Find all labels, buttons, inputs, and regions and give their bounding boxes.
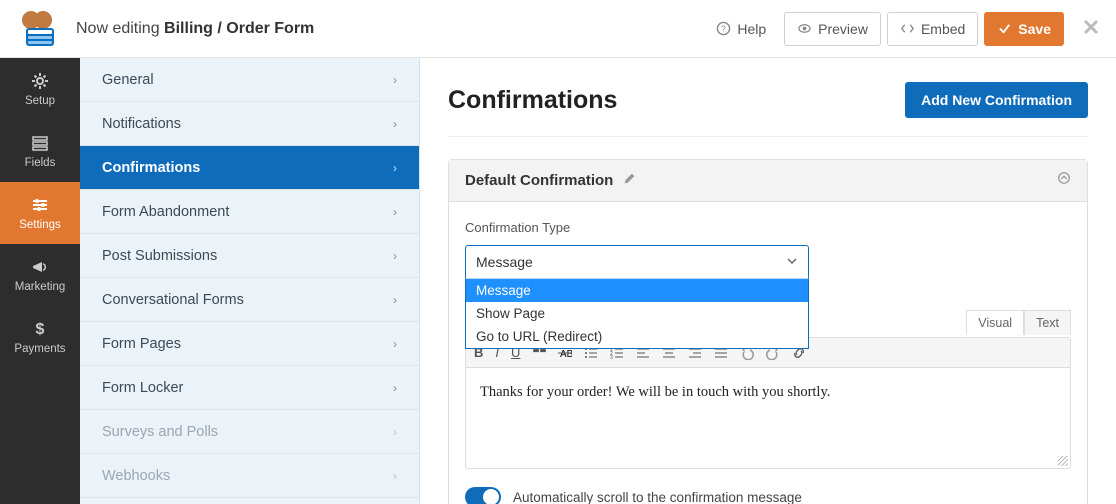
nav-setup[interactable]: Setup [0, 58, 80, 120]
nav-marketing[interactable]: Marketing [0, 244, 80, 306]
subnav-form-locker[interactable]: Form Locker› [80, 366, 419, 410]
chevron-right-icon: › [393, 293, 397, 307]
chevron-right-icon: › [393, 73, 397, 87]
confirmation-panel: Default Confirmation Confirmation Type M… [448, 159, 1088, 504]
save-button[interactable]: Save [984, 12, 1064, 46]
form-name: Billing / Order Form [164, 20, 314, 37]
check-icon [997, 21, 1012, 36]
chevron-right-icon: › [393, 249, 397, 263]
editor-tabs: Visual Text [966, 310, 1071, 335]
close-button[interactable] [1082, 16, 1100, 42]
page-title: Confirmations [448, 86, 617, 115]
select-dropdown: Message Show Page Go to URL (Redirect) [465, 278, 809, 349]
subnav-notifications[interactable]: Notifications› [80, 102, 419, 146]
top-bar: Now editing Billing / Order Form ? Help … [0, 0, 1116, 58]
message-editor: Visual Text B I U ❝❝ AB 123 [465, 337, 1071, 469]
help-icon: ? [716, 21, 731, 36]
svg-text:?: ? [722, 23, 727, 33]
chevron-right-icon: › [393, 381, 397, 395]
auto-scroll-toggle[interactable] [465, 487, 501, 504]
main-header: Confirmations Add New Confirmation [448, 82, 1088, 137]
confirmation-type-label: Confirmation Type [465, 220, 1071, 235]
pencil-icon[interactable] [623, 172, 636, 190]
tab-text[interactable]: Text [1024, 310, 1071, 335]
chevron-right-icon: › [393, 425, 397, 439]
option-show-page[interactable]: Show Page [466, 302, 808, 325]
nav-settings[interactable]: Settings [0, 182, 80, 244]
subnav-general[interactable]: General› [80, 58, 419, 102]
subnav-conversational-forms[interactable]: Conversational Forms› [80, 278, 419, 322]
resize-grip[interactable] [1058, 456, 1068, 466]
subnav-post-submissions[interactable]: Post Submissions› [80, 234, 419, 278]
dollar-icon: $ [30, 319, 50, 339]
preview-button[interactable]: Preview [784, 12, 881, 46]
option-go-to-url[interactable]: Go to URL (Redirect) [466, 325, 808, 348]
subnav-form-abandonment[interactable]: Form Abandonment› [80, 190, 419, 234]
nav-payments[interactable]: $ Payments [0, 306, 80, 368]
left-nav: Setup Fields Settings Marketing $ Paymen… [0, 58, 80, 504]
editing-label: Now editing Billing / Order Form [76, 20, 314, 38]
editing-prefix: Now editing [76, 20, 164, 37]
nav-fields[interactable]: Fields [0, 120, 80, 182]
embed-button[interactable]: Embed [887, 12, 978, 46]
confirmation-type-select[interactable]: Message Message Show Page Go to URL (Red… [465, 245, 809, 279]
option-message[interactable]: Message [466, 279, 808, 302]
subnav-confirmations[interactable]: Confirmations› [80, 146, 419, 190]
tab-visual[interactable]: Visual [966, 310, 1024, 335]
megaphone-icon [30, 257, 50, 277]
select-display[interactable]: Message [465, 245, 809, 279]
subnav-webhooks[interactable]: Webhooks› [80, 454, 419, 498]
help-button[interactable]: ? Help [704, 12, 778, 46]
auto-scroll-row: Automatically scroll to the confirmation… [465, 487, 1071, 504]
subnav-surveys-polls[interactable]: Surveys and Polls› [80, 410, 419, 454]
gear-icon [30, 71, 50, 91]
panel-title: Default Confirmation [465, 172, 613, 189]
app-logo [16, 8, 58, 50]
chevron-down-icon [786, 254, 798, 270]
svg-text:AB: AB [560, 349, 572, 360]
svg-text:3: 3 [610, 355, 613, 360]
chevron-right-icon: › [393, 469, 397, 483]
fields-icon [30, 133, 50, 153]
panel-header[interactable]: Default Confirmation [449, 160, 1087, 202]
chevron-right-icon: › [393, 205, 397, 219]
chevron-right-icon: › [393, 337, 397, 351]
collapse-icon[interactable] [1057, 171, 1071, 190]
chevron-right-icon: › [393, 117, 397, 131]
main-content: Confirmations Add New Confirmation Defau… [420, 58, 1116, 504]
subnav-form-pages[interactable]: Form Pages› [80, 322, 419, 366]
editor-textarea[interactable]: Thanks for your order! We will be in tou… [466, 368, 1070, 468]
add-confirmation-button[interactable]: Add New Confirmation [905, 82, 1088, 118]
chevron-right-icon: › [393, 161, 397, 175]
code-icon [900, 21, 915, 36]
svg-text:$: $ [36, 321, 45, 338]
auto-scroll-label: Automatically scroll to the confirmation… [513, 490, 802, 504]
sliders-icon [30, 195, 50, 215]
eye-icon [797, 21, 812, 36]
settings-subnav: General› Notifications› Confirmations› F… [80, 58, 420, 504]
